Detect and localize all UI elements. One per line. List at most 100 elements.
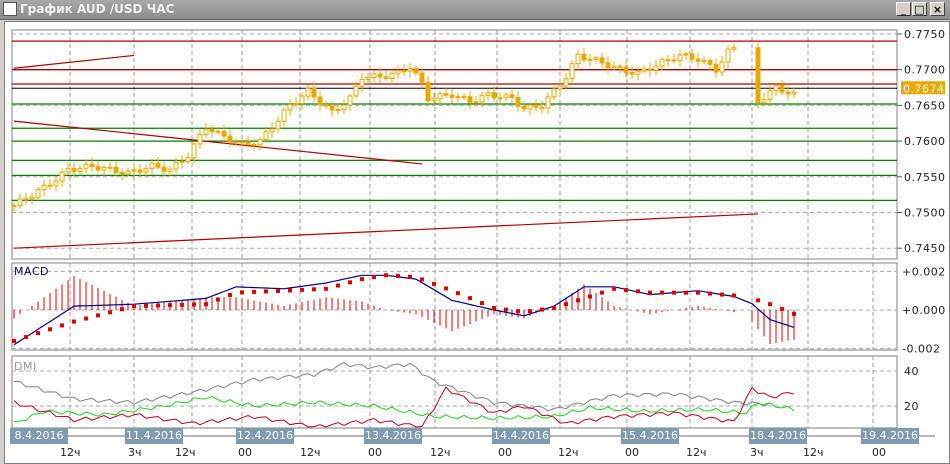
candle-body — [83, 163, 89, 169]
candle-body — [179, 160, 185, 163]
candle-body — [683, 53, 689, 56]
candle-body — [725, 48, 731, 63]
candle-body — [173, 161, 179, 170]
candle-body — [389, 73, 395, 79]
signal-dot — [48, 327, 52, 332]
candle-body — [605, 62, 611, 69]
candle-body — [515, 96, 521, 107]
candle-body — [551, 88, 557, 98]
candle-body — [431, 97, 437, 102]
signal-dot — [96, 313, 100, 318]
candle-body — [377, 73, 383, 78]
signal-dot — [72, 319, 76, 324]
minus-di-line — [13, 386, 795, 428]
price-tick-label: 0.7550 — [904, 171, 946, 184]
candle-body — [227, 135, 233, 143]
candle-body — [35, 189, 41, 198]
candle-body — [347, 95, 353, 106]
signal-dot — [792, 311, 796, 316]
price-tick-label: 0.7450 — [904, 242, 946, 255]
signal-dot — [576, 298, 580, 303]
candle-body — [569, 63, 575, 80]
candle-body — [509, 94, 515, 98]
candle-body — [779, 84, 785, 93]
chart-canvas[interactable]: 0.7750 0.7700 0.7650 0.7600 0.7550 0.7500 0.74… — [0, 0, 950, 464]
candle-body — [197, 133, 203, 145]
candle-body — [521, 105, 527, 110]
signal-dot — [660, 290, 664, 295]
hour-label: 12ч — [60, 446, 81, 459]
trendline — [13, 120, 423, 165]
signal-dot — [228, 292, 232, 297]
candle-body — [143, 168, 149, 173]
date-label: 13.4.2016 — [364, 428, 422, 444]
candle-body — [395, 70, 401, 75]
signal-dot — [168, 303, 172, 308]
candle-body — [671, 59, 677, 62]
candle-body — [11, 204, 17, 207]
price-tick-label: 0.7700 — [904, 64, 946, 77]
candle-body — [251, 143, 257, 146]
candle-body — [101, 166, 107, 171]
signal-dot — [300, 287, 304, 292]
candle-body — [503, 94, 509, 99]
signal-dot — [252, 289, 256, 294]
candle-body — [77, 167, 83, 173]
signal-dot — [60, 323, 64, 328]
candle-body — [557, 85, 563, 90]
candle-body — [335, 109, 341, 112]
candle-body — [221, 130, 227, 137]
hour-label: 00 — [368, 446, 382, 459]
candle-body — [767, 90, 773, 101]
signal-dot — [636, 289, 640, 294]
candle-body — [659, 59, 665, 67]
signal-dot — [24, 335, 28, 340]
signal-dot — [456, 291, 460, 296]
candle-body — [95, 165, 101, 171]
candle-body — [281, 109, 287, 122]
hour-label: 12ч — [300, 446, 321, 459]
hour-label: 12ч — [558, 446, 579, 459]
signal-dot — [204, 302, 208, 307]
candle-body — [107, 166, 113, 169]
candle-body — [587, 58, 593, 61]
candle-body — [731, 47, 737, 50]
signal-dot — [720, 292, 724, 297]
signal-dot — [156, 303, 160, 308]
candle-body — [245, 141, 251, 145]
candle-body — [455, 96, 461, 99]
signal-dot — [468, 296, 472, 301]
candle-body — [467, 96, 473, 104]
hour-label: 12ч — [686, 446, 707, 459]
candle-body — [71, 168, 77, 173]
candle-body — [419, 72, 425, 83]
candle-body — [773, 84, 779, 92]
candle-body — [755, 47, 761, 104]
candle-body — [53, 180, 59, 187]
candle-body — [653, 65, 659, 71]
signal-dot — [180, 302, 184, 307]
signal-dot — [372, 275, 376, 280]
candle-body — [263, 131, 269, 141]
signal-dot — [216, 297, 220, 302]
candle-body — [215, 130, 221, 133]
signal-dot — [732, 293, 736, 298]
signal-dot — [480, 301, 484, 306]
signal-dot — [516, 309, 520, 314]
date-label: 19.4.2016 — [861, 428, 919, 444]
signal-dot — [276, 288, 280, 293]
candle-body — [365, 76, 371, 81]
signal-dot — [756, 298, 760, 303]
candle-body — [437, 93, 443, 99]
candle-body — [689, 53, 695, 60]
candle-body — [269, 128, 275, 133]
signal-dot — [84, 316, 88, 321]
signal-dot — [684, 290, 688, 295]
candle-body — [233, 141, 239, 144]
hour-label: 12ч — [175, 446, 196, 459]
candle-body — [359, 79, 365, 87]
candle-body — [563, 78, 569, 87]
candle-body — [623, 66, 629, 74]
candle-body — [305, 87, 311, 97]
price-tick-label: 0.7750 — [904, 28, 946, 41]
